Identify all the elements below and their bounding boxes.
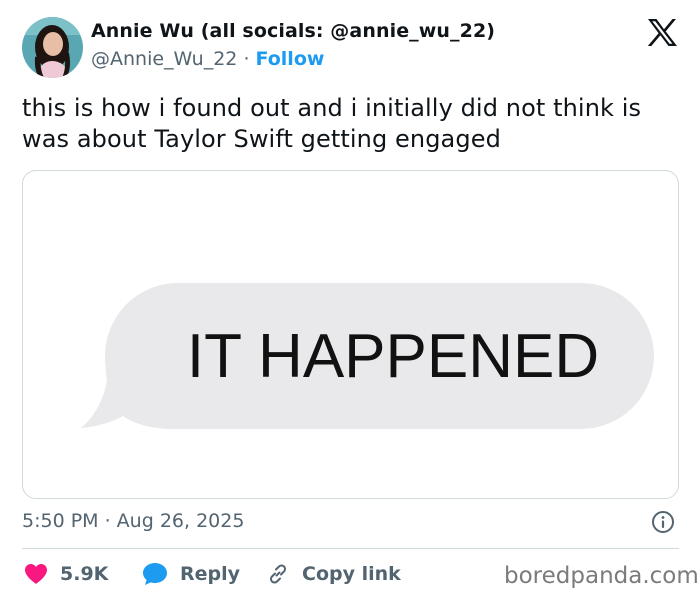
copy-link-label: Copy link bbox=[302, 563, 401, 585]
x-logo-icon[interactable] bbox=[647, 19, 677, 46]
tweet-text: this is how i found out and i initially … bbox=[22, 94, 642, 153]
author-handle-line: @Annie_Wu_22 · Follow bbox=[91, 48, 324, 70]
reply-label: Reply bbox=[180, 563, 241, 585]
copy-link-button[interactable]: Copy link bbox=[266, 560, 401, 588]
handle-separator: · bbox=[243, 48, 250, 70]
speech-bubble-icon bbox=[143, 563, 167, 585]
bubble-text: IT HAPPENED bbox=[187, 322, 599, 391]
author-name[interactable]: Annie Wu (all socials: @annie_wu_22) bbox=[91, 20, 495, 42]
link-icon bbox=[269, 564, 287, 584]
follow-button[interactable]: Follow bbox=[256, 48, 325, 70]
divider bbox=[22, 548, 679, 549]
avatar[interactable] bbox=[22, 17, 83, 78]
info-icon[interactable] bbox=[651, 510, 675, 534]
author-handle[interactable]: @Annie_Wu_22 bbox=[91, 48, 237, 70]
reply-button[interactable]: Reply bbox=[142, 560, 240, 588]
heart-icon bbox=[25, 564, 47, 584]
tweet-media[interactable]: IT HAPPENED bbox=[22, 170, 679, 499]
message-bubble-image: IT HAPPENED bbox=[81, 283, 654, 429]
watermark: boredpanda.com bbox=[504, 563, 699, 589]
avatar-image bbox=[22, 17, 83, 78]
like-button[interactable]: 5.9K bbox=[24, 560, 108, 588]
likes-count: 5.9K bbox=[60, 563, 109, 585]
tweet-timestamp[interactable]: 5:50 PM · Aug 26, 2025 bbox=[22, 510, 244, 532]
